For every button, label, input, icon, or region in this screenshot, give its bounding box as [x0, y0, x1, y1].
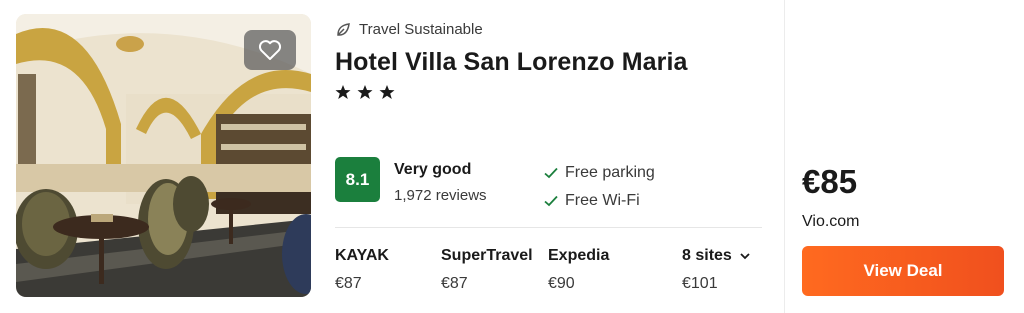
travel-sustainable-tag: Travel Sustainable — [335, 21, 483, 38]
best-price: €85 — [802, 163, 858, 200]
provider-price: €87 — [441, 275, 468, 292]
divider — [335, 227, 762, 228]
heart-icon — [258, 40, 282, 60]
hotel-info: Travel Sustainable Hotel Villa San Loren… — [335, 0, 765, 313]
amenity-label: Free parking — [565, 164, 655, 181]
amenity-item: Free parking — [544, 164, 655, 182]
more-sites-label: 8 sites — [682, 247, 732, 264]
vertical-divider — [784, 0, 785, 313]
provider-expedia[interactable]: Expedia €90 — [548, 247, 609, 293]
more-sites-dropdown[interactable]: 8 sites €101 — [682, 247, 750, 293]
more-sites-toggle[interactable]: 8 sites — [682, 247, 750, 265]
star-icon — [379, 85, 395, 99]
provider-kayak[interactable]: KAYAK €87 — [335, 247, 389, 293]
more-sites-price: €101 — [682, 275, 718, 292]
amenity-label: Free Wi-Fi — [565, 192, 640, 209]
hotel-result-card[interactable]: Travel Sustainable Hotel Villa San Loren… — [0, 0, 1024, 313]
provider-name: KAYAK — [335, 247, 389, 264]
provider-price: €87 — [335, 275, 362, 292]
rating-word: Very good — [394, 161, 472, 178]
check-icon — [544, 195, 558, 207]
sustainable-label: Travel Sustainable — [359, 21, 483, 38]
star-icon — [357, 85, 373, 99]
favorite-button[interactable] — [244, 30, 296, 70]
hotel-star-rating — [335, 84, 395, 100]
provider-name: SuperTravel — [441, 247, 533, 264]
hotel-name[interactable]: Hotel Villa San Lorenzo Maria — [335, 48, 688, 77]
amenity-item: Free Wi-Fi — [544, 192, 640, 210]
chevron-down-icon — [740, 252, 750, 259]
review-count: 1,972 reviews — [394, 187, 487, 204]
provider-supertravel[interactable]: SuperTravel €87 — [441, 247, 533, 293]
best-price-site: Vio.com — [802, 213, 860, 230]
leaf-icon — [337, 22, 350, 36]
check-icon — [544, 167, 558, 179]
star-icon — [335, 85, 351, 99]
rating-score-badge: 8.1 — [335, 157, 380, 202]
view-deal-button[interactable]: View Deal — [802, 246, 1004, 296]
provider-name: Expedia — [548, 247, 610, 264]
provider-price: €90 — [548, 275, 575, 292]
